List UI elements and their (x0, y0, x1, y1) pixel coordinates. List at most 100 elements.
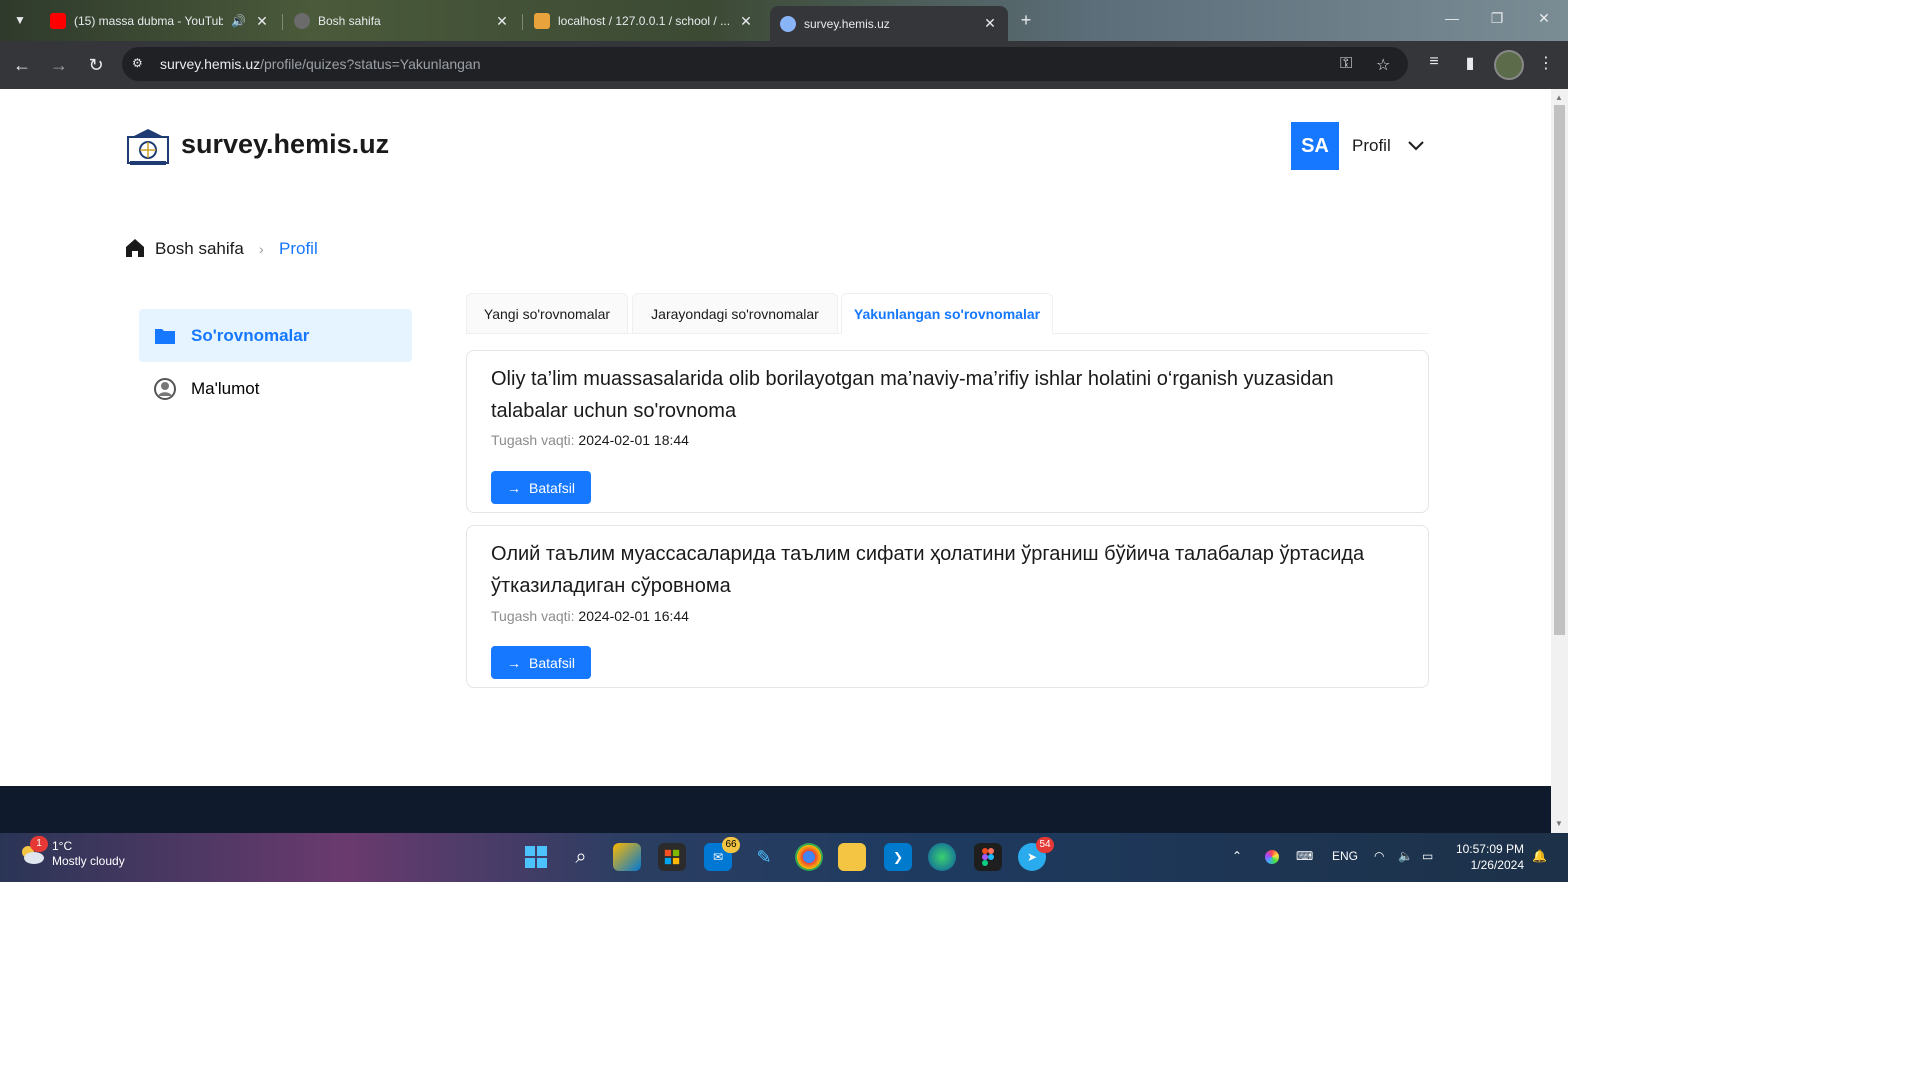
page-scrollbar[interactable]: ▲ ▼ (1551, 89, 1568, 833)
reload-icon[interactable]: ↻ (84, 53, 108, 77)
page-content: survey.hemis.uz SA Profil Bosh sahifa › … (0, 89, 1551, 833)
tray-overflow-chevron-icon[interactable]: ⌃ (1232, 849, 1242, 863)
side-panel-icon[interactable]: ▮ (1458, 53, 1482, 73)
survey-title: Oliy ta’lim muassasalarida olib borilayo… (491, 368, 1334, 422)
tab-title: Bosh sahifa (318, 14, 381, 28)
close-tab-icon[interactable]: ✕ (494, 13, 510, 30)
browser-tab-phpmyadmin[interactable]: localhost / 127.0.0.1 / school / ... ✕ (524, 6, 764, 36)
widgets-icon[interactable] (613, 843, 641, 871)
arrow-right-icon: → (507, 654, 522, 671)
browser-toolbar: ← → ↻ ⚙ survey.hemis.uz/profile/quizes?s… (0, 41, 1568, 89)
edge-icon[interactable] (928, 843, 956, 871)
weather-alert-badge: 1 (30, 836, 48, 852)
sidebar-item-label: So'rovnomalar (191, 325, 310, 345)
search-icon[interactable]: ⌕ (567, 843, 595, 871)
tab-separator (282, 14, 283, 30)
home-icon[interactable] (124, 237, 146, 259)
survey-status-tabs: Yangi so'rovnomalar Jarayondagi so'rovno… (466, 293, 1429, 334)
close-tab-icon[interactable]: ✕ (738, 13, 754, 30)
mail-badge: 66 (722, 837, 740, 853)
sidebar-item-label: Ma'lumot (191, 378, 260, 398)
phpmyadmin-icon (534, 13, 550, 29)
youtube-icon (50, 13, 66, 29)
temperature: 1°C (52, 839, 73, 853)
clock-date: 1/26/2024 (1470, 858, 1524, 872)
scroll-down-icon[interactable]: ▼ (1555, 819, 1563, 828)
details-button[interactable]: → Batafsil (491, 646, 591, 679)
browser-tab-youtube[interactable]: (15) massa dubma - YouTube 🔊 ✕ (40, 6, 280, 36)
details-button-label: Batafsil (529, 654, 575, 671)
deadline-label: Tugash vaqti: (491, 608, 575, 624)
survey-deadline: Tugash vaqti: 2024-02-01 18:44 (491, 432, 689, 448)
deadline-value: 2024-02-01 18:44 (578, 432, 689, 448)
forward-icon[interactable]: → (47, 53, 71, 77)
breadcrumb-home[interactable]: Bosh sahifa (155, 237, 244, 261)
address-bar[interactable]: ⚙ survey.hemis.uz/profile/quizes?status=… (122, 47, 1408, 81)
telegram-icon[interactable]: ➤ 54 (1018, 837, 1054, 871)
weather-condition: Mostly cloudy (52, 854, 125, 868)
browser-tab-survey[interactable]: survey.hemis.uz ✕ (770, 6, 1008, 41)
volume-icon[interactable]: 🔈 (1398, 849, 1413, 863)
wifi-icon[interactable]: ◠ (1374, 849, 1384, 863)
tab-search-chevron-icon[interactable]: ▼ (8, 8, 32, 32)
survey-card: Олий таълим муассасаларида таълим сифати… (466, 525, 1429, 688)
globe-icon (780, 15, 796, 32)
windows-start-icon[interactable] (522, 843, 550, 871)
tab-yakunlangan[interactable]: Yakunlangan so'rovnomalar (841, 293, 1053, 334)
avatar[interactable]: SA (1291, 122, 1339, 170)
window-close-icon[interactable]: ✕ (1534, 10, 1554, 27)
back-icon[interactable]: ← (10, 53, 34, 77)
microsoft-store-icon[interactable] (658, 843, 686, 871)
notification-bell-icon[interactable]: 🔔 (1532, 849, 1547, 863)
mail-icon[interactable]: ✉ 66 (704, 837, 740, 871)
pen-icon[interactable]: ✎ (750, 843, 778, 871)
telegram-badge: 54 (1036, 837, 1054, 853)
browser-tab-strip: ▼ (15) massa dubma - YouTube 🔊 ✕ Bosh sa… (0, 0, 1568, 41)
chevron-down-icon[interactable] (1407, 137, 1425, 155)
close-tab-icon[interactable]: ✕ (982, 15, 998, 32)
weather-widget[interactable]: 1 1°C Mostly cloudy (18, 836, 125, 869)
keyboard-icon[interactable]: ⌨ (1296, 849, 1313, 863)
breadcrumb-separator-icon: › (259, 241, 264, 257)
browser-menu-icon[interactable]: ⋮ (1534, 53, 1558, 73)
scroll-up-icon[interactable]: ▲ (1555, 93, 1563, 102)
vscode-icon[interactable]: ❯ (884, 843, 912, 871)
profile-menu-label[interactable]: Profil (1352, 136, 1391, 156)
key-icon[interactable]: ⚿ (1340, 55, 1352, 73)
arrow-right-icon: → (507, 479, 522, 496)
browser-profile-avatar[interactable] (1494, 50, 1524, 80)
deadline-value: 2024-02-01 16:44 (578, 608, 689, 624)
tab-jarayondagi[interactable]: Jarayondagi so'rovnomalar (632, 293, 838, 334)
clock-time: 10:57:09 PM (1455, 842, 1524, 856)
folder-icon (155, 328, 175, 344)
tab-yangi[interactable]: Yangi so'rovnomalar (466, 293, 628, 334)
university-logo-icon[interactable] (126, 127, 170, 167)
browser-tab-bosh-sahifa[interactable]: Bosh sahifa ✕ (284, 6, 520, 36)
tab-title: survey.hemis.uz (804, 16, 890, 31)
sidebar-item-sorovnomalar[interactable]: So'rovnomalar (139, 309, 412, 362)
site-info-icon[interactable]: ⚙ (132, 56, 148, 72)
breadcrumb-current: Profil (279, 239, 318, 258)
star-icon[interactable]: ☆ (1376, 55, 1390, 75)
site-brand[interactable]: survey.hemis.uz (181, 129, 389, 160)
file-explorer-icon[interactable] (838, 843, 866, 871)
minimize-icon[interactable]: — (1442, 10, 1462, 26)
language-indicator[interactable]: ENG (1332, 849, 1358, 863)
scrollbar-thumb[interactable] (1554, 105, 1565, 635)
survey-card: Oliy ta’lim muassasalarida olib borilayo… (466, 350, 1429, 513)
figma-icon[interactable] (974, 843, 1002, 871)
media-control-icon[interactable]: ≡ (1422, 53, 1446, 71)
system-clock[interactable]: 10:57:09 PM 1/26/2024 (1448, 841, 1524, 873)
survey-title: Олий таълим муассасаларида таълим сифати… (491, 543, 1365, 597)
restore-icon[interactable]: ❐ (1487, 10, 1507, 27)
sidebar-item-malumot[interactable]: Ma'lumot (139, 362, 412, 415)
new-tab-icon[interactable]: + (1016, 10, 1036, 30)
speaker-icon[interactable]: 🔊 (231, 14, 246, 28)
url-text: survey.hemis.uz/profile/quizes?status=Ya… (160, 56, 481, 72)
color-app-icon[interactable] (1265, 850, 1279, 864)
close-tab-icon[interactable]: ✕ (254, 13, 270, 30)
tab-title: (15) massa dubma - YouTube (74, 14, 224, 28)
chrome-icon[interactable] (795, 843, 823, 871)
details-button[interactable]: → Batafsil (491, 471, 591, 504)
battery-icon[interactable]: ▭ (1422, 849, 1433, 863)
